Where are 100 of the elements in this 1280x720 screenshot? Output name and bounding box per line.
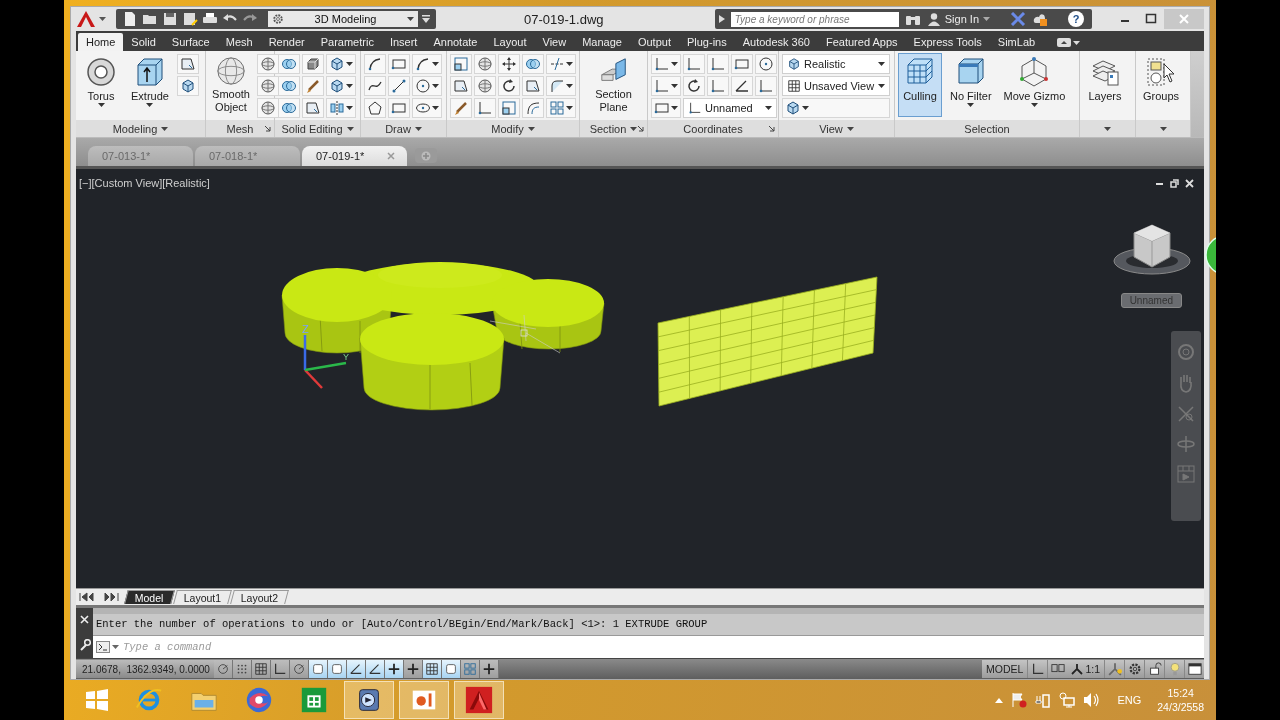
- tool-dropdown-button[interactable]: [412, 98, 442, 118]
- rotate-icon[interactable]: [498, 76, 520, 96]
- command-input[interactable]: Type a command: [123, 641, 1204, 653]
- ucs-dropdown[interactable]: Unnamed: [683, 98, 777, 118]
- ribbon-tab[interactable]: Insert: [381, 33, 426, 51]
- grid-icon[interactable]: [423, 660, 442, 678]
- stretch-icon[interactable]: [302, 98, 324, 118]
- ribbon-button[interactable]: No Filter: [946, 53, 996, 117]
- dialog-launcher-icon[interactable]: [768, 125, 775, 132]
- target-icon[interactable]: [214, 660, 233, 678]
- ribbon-tab[interactable]: Mesh: [217, 33, 261, 51]
- new-file-icon[interactable]: [122, 11, 138, 27]
- rotate-icon[interactable]: [683, 76, 705, 96]
- wrench-icon[interactable]: [78, 638, 91, 651]
- grid-icon[interactable]: [252, 660, 271, 678]
- cube-icon[interactable]: [176, 76, 199, 96]
- prompt-button[interactable]: [96, 641, 119, 653]
- dot-grid-icon[interactable]: [233, 660, 252, 678]
- speaker-icon[interactable]: [1083, 692, 1102, 708]
- ribbon-tab[interactable]: SimLab: [989, 33, 1044, 51]
- save-icon[interactable]: [162, 11, 178, 27]
- command-field[interactable]: Type a command: [93, 635, 1204, 658]
- ribbon-toggle-icon[interactable]: [1057, 38, 1081, 47]
- ribbon-button[interactable]: Layers: [1083, 53, 1127, 117]
- restore-icon[interactable]: [1170, 179, 1179, 188]
- ribbon-tab[interactable]: Manage: [574, 33, 630, 51]
- stretch-icon[interactable]: [450, 76, 472, 96]
- exchange-icon[interactable]: [1010, 12, 1026, 26]
- arc-icon[interactable]: [364, 54, 386, 74]
- lock-icon[interactable]: [1144, 660, 1164, 678]
- figure-icon[interactable]: [1104, 660, 1124, 678]
- plus-icon[interactable]: [385, 660, 404, 678]
- expand-icon[interactable]: [718, 15, 725, 23]
- circles-icon[interactable]: [278, 76, 300, 96]
- save-as-icon[interactable]: [182, 11, 198, 27]
- tool-dropdown-button[interactable]: [412, 76, 442, 96]
- ribbon-button[interactable]: Culling: [898, 53, 942, 117]
- help-button[interactable]: ?: [1068, 11, 1084, 27]
- annotation-scale-button[interactable]: 1:1: [1067, 663, 1104, 675]
- caret-up-icon[interactable]: [995, 697, 1004, 703]
- media-player-icon[interactable]: [344, 681, 394, 719]
- scale-icon[interactable]: [498, 98, 520, 118]
- tool-dropdown-button[interactable]: [326, 54, 356, 74]
- search-field[interactable]: Type a keyword or phrase: [730, 11, 899, 27]
- layout-icon[interactable]: [1047, 660, 1068, 678]
- viewport-controls-label[interactable]: [−][Custom View][Realistic]: [79, 177, 210, 189]
- ribbon-button[interactable]: Torus: [79, 53, 123, 117]
- ribbon-button[interactable]: Section Plane: [583, 53, 644, 117]
- tool-dropdown-button[interactable]: [546, 76, 576, 96]
- ribbon-button[interactable]: Groups: [1139, 53, 1184, 117]
- panel-title[interactable]: View: [819, 122, 843, 135]
- ribbon-tab[interactable]: Parametric: [312, 33, 382, 51]
- square-icon[interactable]: [309, 660, 328, 678]
- right-angle-icon[interactable]: [271, 660, 290, 678]
- customize-icon[interactable]: [422, 14, 430, 24]
- plus-icon[interactable]: [480, 660, 499, 678]
- tool-dropdown-button[interactable]: [412, 54, 442, 74]
- battery-icon[interactable]: [1035, 692, 1052, 708]
- ribbon-tab[interactable]: Annotate: [425, 33, 486, 51]
- cloud-download-icon[interactable]: [1032, 11, 1048, 27]
- ribbon-tab[interactable]: Plug-ins: [678, 33, 735, 51]
- sign-in-button[interactable]: Sign In: [926, 12, 990, 26]
- ribbon-tab[interactable]: Render: [260, 33, 313, 51]
- tool-dropdown-button[interactable]: [326, 76, 356, 96]
- offset-icon[interactable]: [522, 98, 544, 118]
- circles-icon[interactable]: [522, 54, 544, 74]
- angle-icon[interactable]: [366, 660, 385, 678]
- dialog-launcher-icon[interactable]: [264, 125, 271, 132]
- app-menu-button[interactable]: [76, 10, 106, 28]
- ribbon-tab[interactable]: Autodesk 360: [734, 33, 818, 51]
- workspace-dropdown[interactable]: 3D Modeling: [268, 11, 418, 27]
- presentation-icon[interactable]: [399, 681, 449, 719]
- move-icon[interactable]: [498, 54, 520, 74]
- cad-app-icon[interactable]: [454, 681, 504, 719]
- stretch-icon[interactable]: [522, 76, 544, 96]
- circles-icon[interactable]: [278, 54, 300, 74]
- tool-dropdown-button[interactable]: [651, 98, 681, 118]
- ribbon-tab[interactable]: Surface: [163, 33, 218, 51]
- ribbon-button[interactable]: Smooth Object: [209, 53, 253, 117]
- brush-icon[interactable]: [450, 98, 472, 118]
- tool-dropdown-button[interactable]: [546, 54, 576, 74]
- rectangle-icon[interactable]: [388, 98, 410, 118]
- dialog-launcher-icon[interactable]: [637, 125, 644, 132]
- ribbon-tab[interactable]: Home: [78, 33, 124, 51]
- ribbon-tab[interactable]: Solid: [123, 33, 164, 51]
- ribbon-tab[interactable]: Featured Apps: [818, 33, 906, 51]
- panel-title[interactable]: Modify: [491, 122, 524, 135]
- file-tab[interactable]: 07-019-1*: [302, 146, 407, 166]
- square-icon[interactable]: [328, 660, 347, 678]
- plus-icon[interactable]: [404, 660, 423, 678]
- window-icon[interactable]: [1184, 660, 1204, 678]
- visual-style-dropdown[interactable]: Realistic: [782, 54, 890, 74]
- square-icon[interactable]: [442, 660, 461, 678]
- target-icon[interactable]: [290, 660, 309, 678]
- angle-icon[interactable]: [347, 660, 366, 678]
- tool-dropdown-button[interactable]: [651, 76, 681, 96]
- ribbon-button[interactable]: Extrude: [127, 53, 173, 117]
- model-space-button[interactable]: MODEL: [982, 663, 1028, 675]
- stretch-icon[interactable]: [176, 54, 199, 74]
- ribbon-tab[interactable]: Output: [629, 33, 679, 51]
